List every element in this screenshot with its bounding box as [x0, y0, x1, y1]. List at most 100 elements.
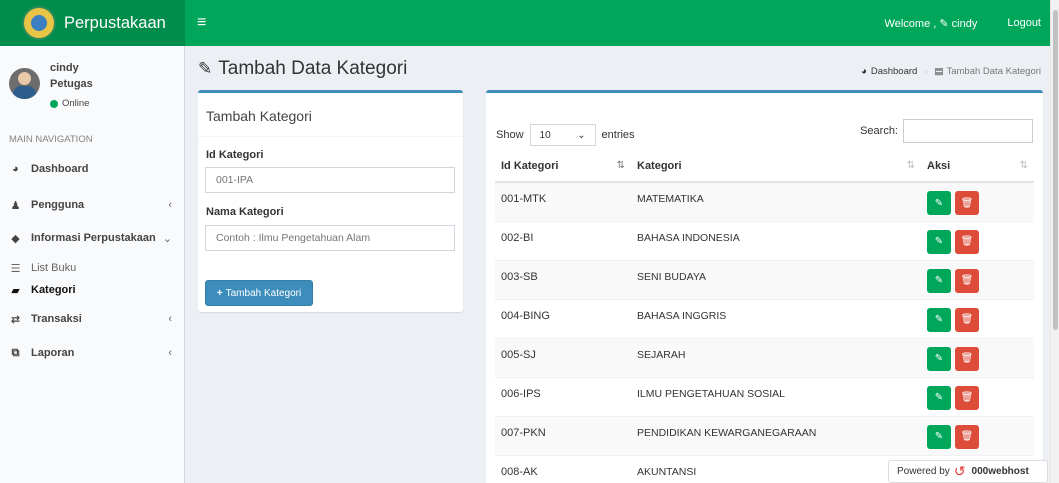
chevron-left-icon: ‹ [168, 313, 172, 325]
edit-button[interactable]: ✎ [927, 229, 951, 254]
sidebar-item-transaksi[interactable]: ⇄ Transaksi ‹ [0, 305, 184, 333]
chevron-left-icon: ‹ [168, 199, 172, 211]
edit-button[interactable]: ✎ [927, 346, 951, 371]
logout-link[interactable]: Logout [1007, 17, 1041, 29]
sidebar-item-dashboard[interactable]: ◕ Dashboard [0, 155, 184, 183]
powered-by-label: Powered by [897, 466, 950, 477]
sidebar-item-label: Laporan [31, 347, 75, 359]
book-icon: ▰ [11, 284, 20, 297]
table-row: 005-SJ SEJARAH ✎ 🗑 [495, 337, 1034, 377]
cell-kategori: SEJARAH [631, 337, 921, 377]
welcome-user[interactable]: Welcome , ✎ cindy [885, 17, 978, 30]
trash-icon: 🗑 [960, 392, 974, 403]
menu-toggle-icon[interactable]: ≡ [197, 14, 206, 32]
column-header-aksi[interactable]: Aksi ⇅ [921, 150, 1034, 183]
breadcrumb-home[interactable]: Dashboard [871, 66, 917, 77]
nav-header: MAIN NAVIGATION [9, 134, 93, 145]
cell-kategori: MATEMATIKA [631, 181, 921, 221]
table-row: 001-MTK MATEMATIKA ✎ 🗑 [495, 181, 1034, 221]
edit-button[interactable]: ✎ [927, 191, 951, 215]
delete-button[interactable]: 🗑 [955, 191, 979, 215]
vertical-scrollbar[interactable] [1050, 0, 1059, 483]
trash-icon: 🗑 [960, 314, 974, 325]
sidebar-subitem-label: List Buku [31, 262, 77, 274]
webhost-logo-icon: ↺ [953, 463, 966, 479]
cell-id: 007-PKN [495, 415, 631, 455]
edit-button[interactable]: ✎ [927, 307, 951, 332]
welcome-username: cindy [951, 17, 978, 30]
page-title-text: Tambah Data Kategori [218, 58, 408, 79]
sidebar-item-informasi-perpustakaan[interactable]: ◆ Informasi Perpustakaan ⌄ [0, 224, 184, 252]
table-row: 003-SB SENI BUDAYA ✎ 🗑 [495, 259, 1034, 299]
sidebar-item-label: Pengguna [31, 199, 85, 211]
cell-kategori: PENDIDIKAN KEWARGANEGARAAN [631, 415, 921, 455]
edit-icon: ✎ [198, 59, 213, 78]
cell-id: 001-MTK [495, 181, 631, 221]
delete-button[interactable]: 🗑 [955, 229, 979, 254]
search-label: Search: [860, 125, 898, 137]
plus-icon: + [216, 287, 223, 299]
cell-id: 002-BI [495, 220, 631, 260]
delete-button[interactable]: 🗑 [955, 346, 979, 371]
sidebar-subitem-label: Kategori [31, 284, 76, 296]
search-input[interactable] [903, 119, 1033, 143]
add-category-button[interactable]: + Tambah Kategori [205, 280, 313, 306]
column-header-label: Id Kategori [501, 159, 559, 172]
add-category-form: Tambah Kategori Id Kategori Nama Kategor… [198, 90, 463, 312]
powered-by-badge[interactable]: Powered by ↺ 000webhost [888, 460, 1048, 483]
cell-id: 006-IPS [495, 376, 631, 416]
show-label: Show [496, 129, 524, 141]
trash-icon: 🗑 [960, 275, 974, 286]
nama-kategori-label: Nama Kategori [206, 206, 284, 218]
cell-id: 004-BING [495, 298, 631, 338]
table-search: Search: [860, 119, 1033, 143]
cell-aksi: ✎🗑 [921, 298, 1034, 338]
column-header-kategori[interactable]: Kategori ⇅ [631, 150, 921, 183]
entries-length: Show 10 ⌄ entries [496, 124, 635, 146]
sidebar: cindy Petugas Online MAIN NAVIGATION ◕ D… [0, 46, 185, 483]
breadcrumb-separator: › [924, 66, 928, 77]
delete-button[interactable]: 🗑 [955, 424, 979, 449]
page-title: ✎ Tambah Data Kategori [198, 58, 407, 80]
user-name: cindy [50, 62, 79, 74]
delete-button[interactable]: 🗑 [955, 268, 979, 293]
user-role: Petugas [50, 78, 93, 90]
sidebar-item-label: Transaksi [31, 313, 82, 325]
brand[interactable]: Perpustakaan [0, 0, 185, 46]
id-kategori-input[interactable] [205, 167, 455, 193]
sidebar-subitem-kategori[interactable]: ▰ Kategori [9, 280, 76, 300]
nama-kategori-input[interactable] [205, 225, 455, 251]
edit-icon: ✎ [934, 314, 944, 325]
category-table: Id Kategori ⇅ Kategori ⇅ Aksi ⇅ 001-MTK … [495, 150, 1034, 483]
sidebar-item-label: Informasi Perpustakaan [31, 232, 156, 244]
column-header-id-kategori[interactable]: Id Kategori ⇅ [495, 150, 631, 183]
dashboard-icon: ◕ [12, 163, 19, 175]
edit-icon: ✎ [934, 431, 944, 442]
form-title: Tambah Kategori [198, 93, 463, 137]
delete-button[interactable]: 🗑 [955, 385, 979, 410]
cell-kategori: BAHASA INGGRIS [631, 298, 921, 338]
edit-button[interactable]: ✎ [927, 268, 951, 293]
column-header-label: Kategori [637, 159, 682, 172]
cell-id: 005-SJ [495, 337, 631, 377]
scrollbar-thumb[interactable] [1053, 10, 1058, 330]
cell-kategori: BAHASA INDONESIA [631, 220, 921, 260]
sidebar-item-pengguna[interactable]: ♟ Pengguna ‹ [0, 191, 184, 219]
delete-button[interactable]: 🗑 [955, 307, 979, 332]
edit-icon: ✎ [934, 275, 944, 286]
add-category-label: Tambah Kategori [225, 287, 302, 299]
user-icon: ♟ [10, 199, 21, 212]
cell-aksi: ✎🗑 [921, 181, 1034, 221]
user-status-label: Online [62, 98, 90, 109]
edit-button[interactable]: ✎ [927, 385, 951, 410]
trash-icon: 🗑 [960, 236, 974, 247]
entries-select[interactable]: 10 ⌄ [529, 124, 596, 146]
user-status: Online [50, 98, 89, 109]
cell-kategori: SENI BUDAYA [631, 259, 921, 299]
sidebar-item-laporan[interactable]: ⧉ Laporan ‹ [0, 339, 184, 367]
edit-icon: ✎ [934, 353, 944, 364]
trash-icon: 🗑 [960, 431, 974, 442]
edit-button[interactable]: ✎ [927, 424, 951, 449]
online-dot-icon [50, 99, 58, 108]
sidebar-subitem-list-buku[interactable]: ☰ List Buku [9, 258, 77, 278]
